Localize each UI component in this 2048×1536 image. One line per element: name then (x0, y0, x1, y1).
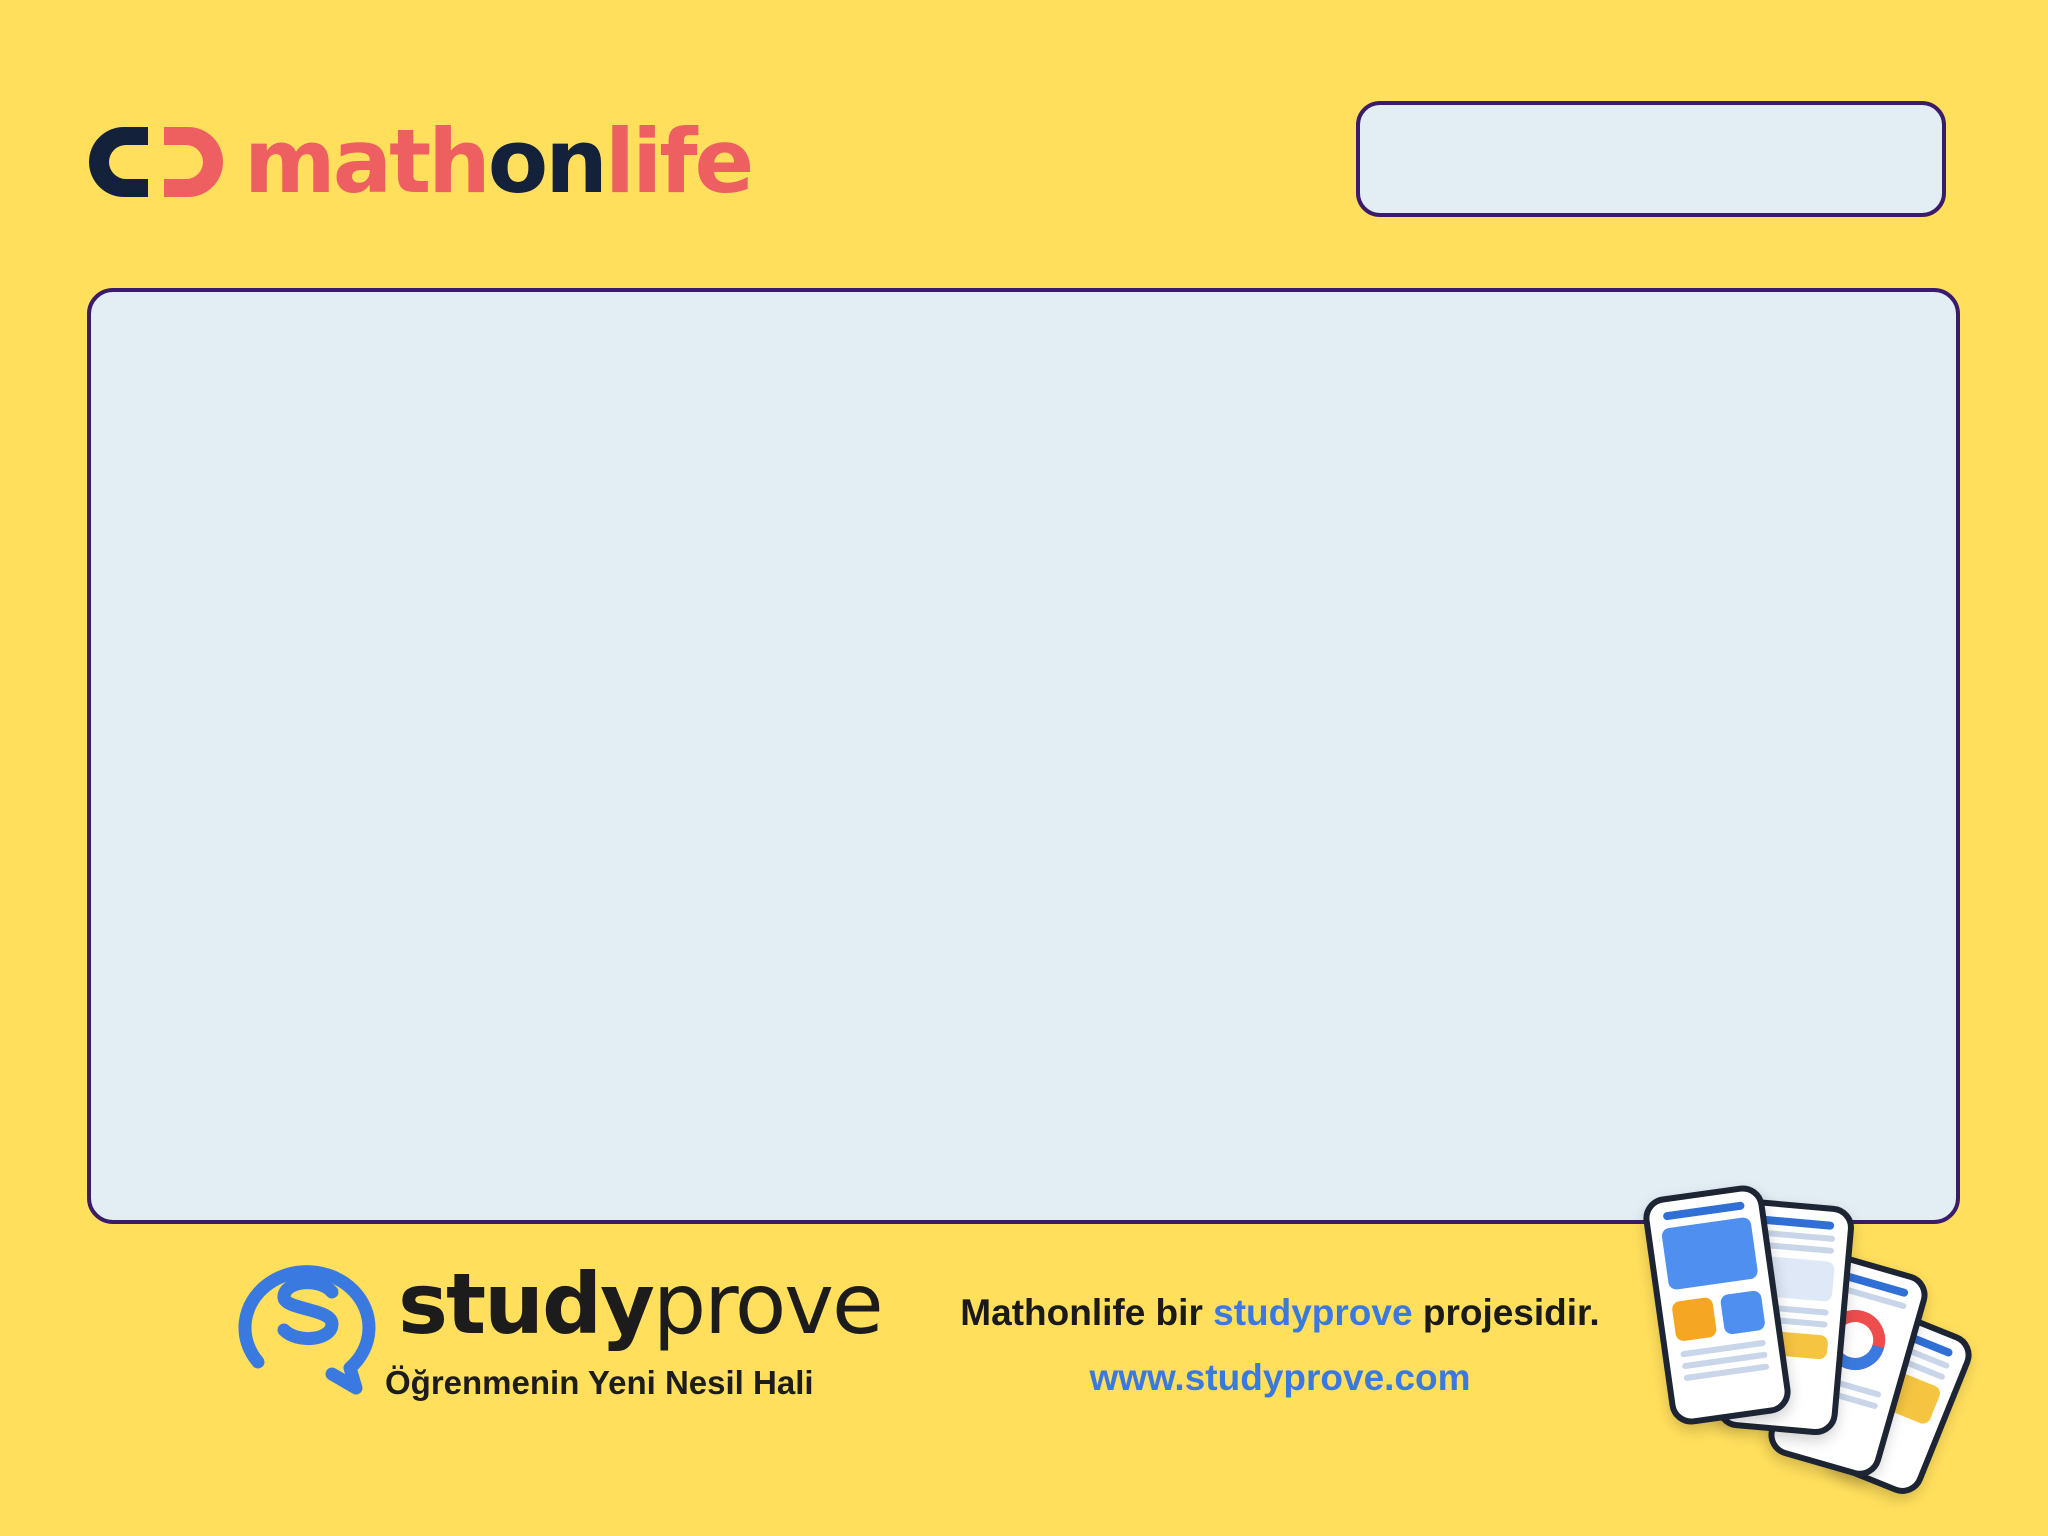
studyprove-tagline: Öğrenmenin Yeni Nesil Hali (385, 1364, 814, 1401)
project-statement-highlight: studyprove (1213, 1292, 1413, 1333)
mathonlife-wordmark: mathonlife (244, 110, 754, 213)
content-box (87, 288, 1960, 1224)
app-screens-illustration (1640, 1168, 1979, 1501)
title-box (1356, 101, 1946, 217)
website-link[interactable]: www.studyprove.com (900, 1357, 1660, 1399)
project-statement-before: Mathonlife bir (960, 1292, 1214, 1333)
studyprove-wordmark: studyprove (398, 1255, 884, 1353)
studyprove-logo: studyprove Öğrenmenin Yeni Nesil Hali (228, 1246, 884, 1406)
mathonlife-logo-icon (89, 127, 223, 197)
project-statement: Mathonlife bir studyprove projesidir. (900, 1292, 1660, 1334)
mathonlife-logo: mathonlife (86, 110, 754, 213)
studyprove-logo-icon (238, 1265, 376, 1395)
project-statement-after: projesidir. (1412, 1292, 1600, 1333)
